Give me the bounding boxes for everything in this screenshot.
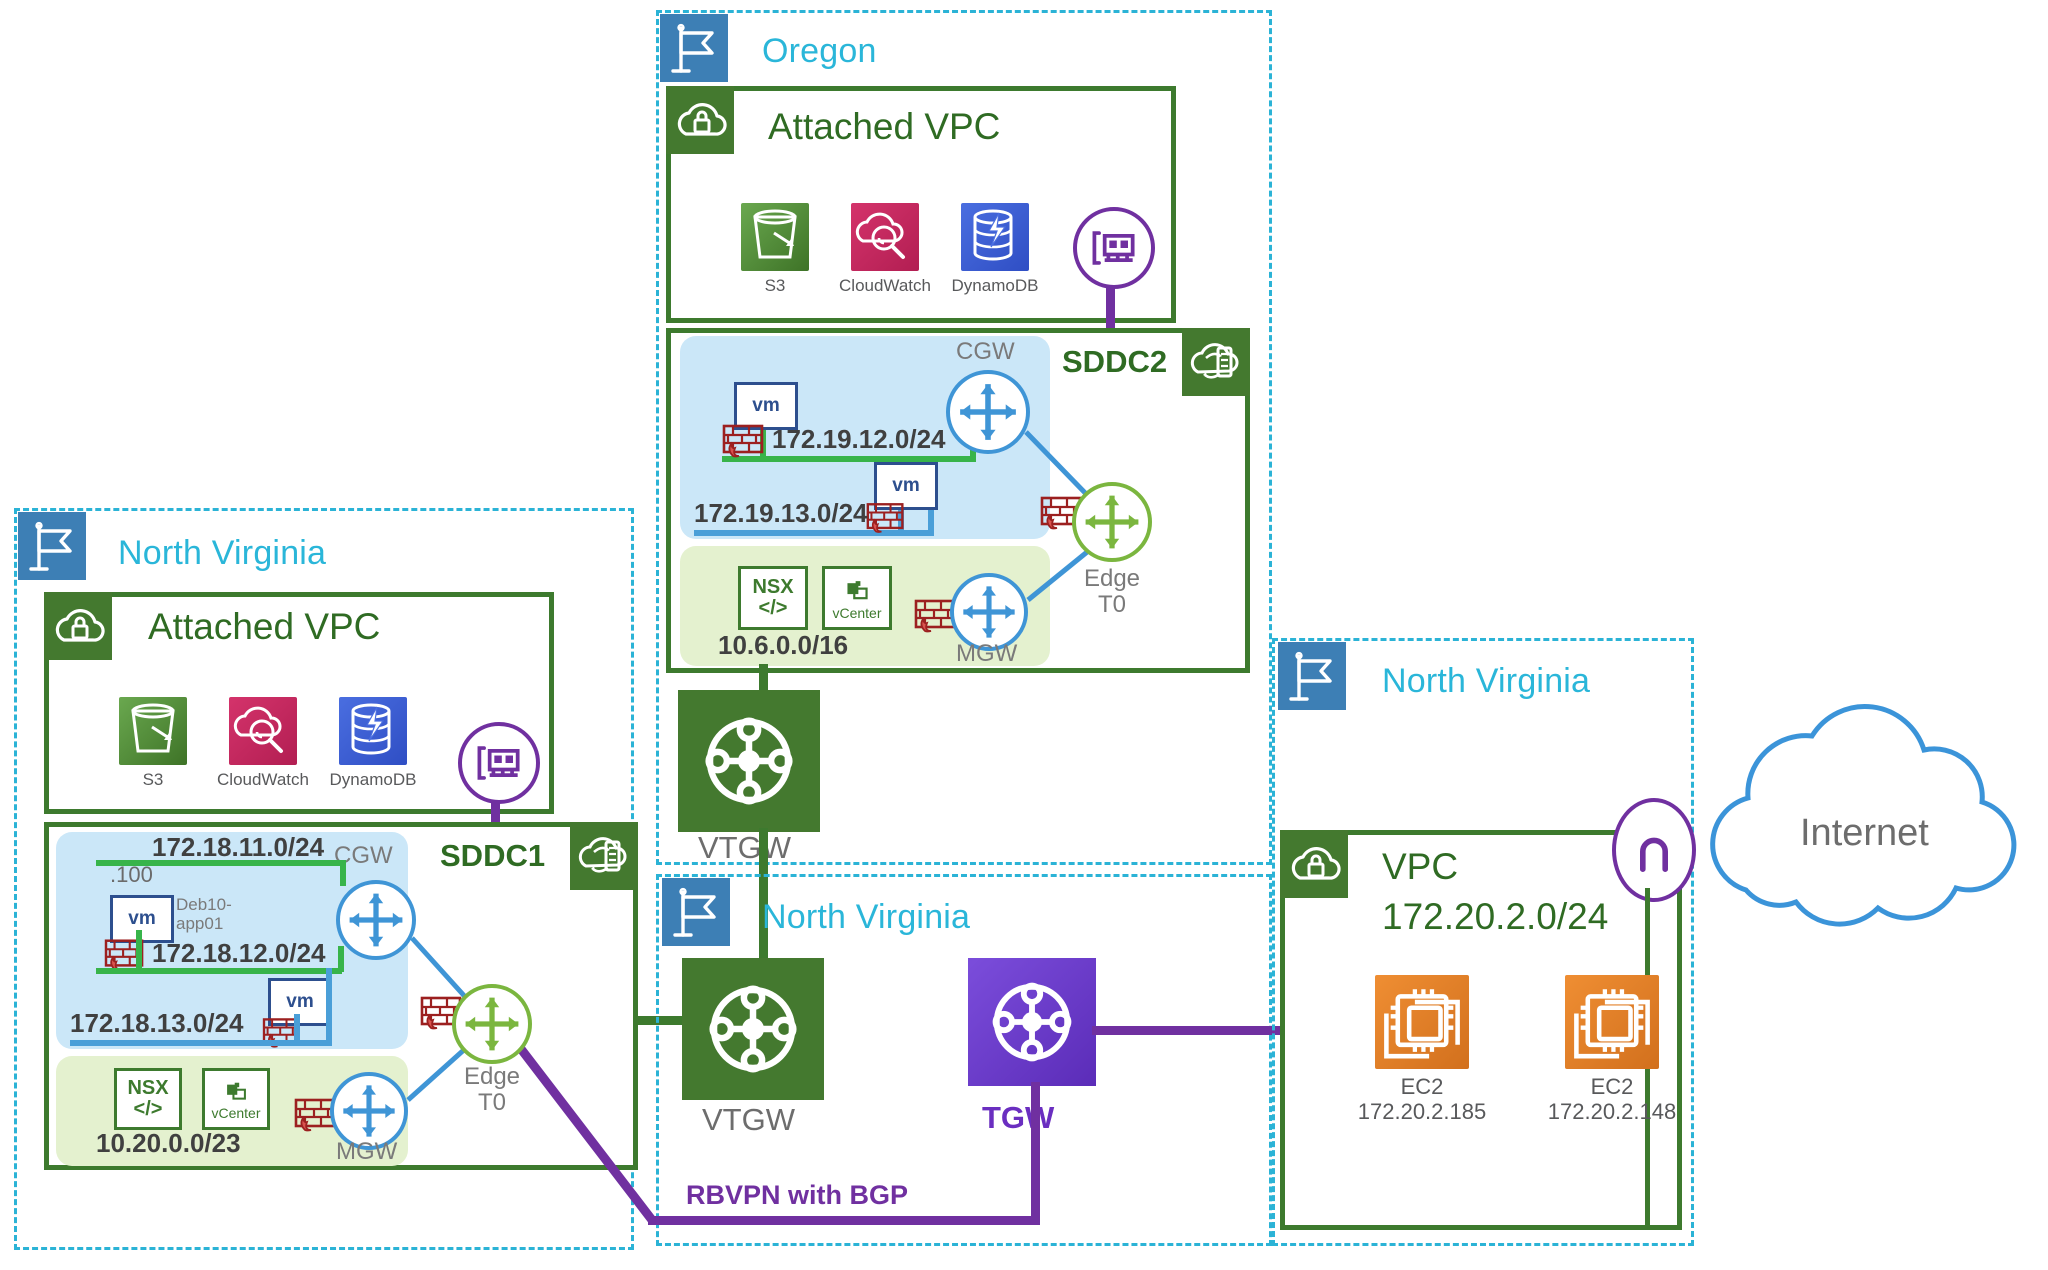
ec2-1-ip: 172.20.2.185 [1357,1099,1487,1125]
nv-left-service-dynamodb: DynamoDB [318,697,428,790]
tgw-tile[interactable] [968,958,1096,1086]
vm-label: vm [128,908,156,929]
sddc2-firewall-1 [722,420,766,460]
sddc1-mgw-label: MGW [336,1138,398,1165]
vtgw-oregon-tile[interactable] [678,690,820,832]
nv-left-service-cloudwatch: CloudWatch [208,697,318,790]
ec2-instance-2: EC2 172.20.2.148 [1537,975,1687,1125]
sddc1-vm-1-name: Deb10- app01 [176,895,232,933]
sddc1-tab [570,822,638,890]
sddc1-cidr-3: 172.18.13.0/24 [70,1008,244,1038]
s3-label: S3 [764,276,786,295]
cloudwatch-label: CloudWatch [839,276,931,295]
sddc1-nsx-box: NSX </> [114,1068,182,1130]
vtgw-nv-tile[interactable] [682,958,824,1100]
sddc2-firewall-2 [866,498,906,536]
nv-left-attached-vpc-tab [44,592,112,660]
sddc2-mgmt-cidr: 10.6.0.0/16 [718,630,849,660]
sddc2-mgw-label: MGW [956,640,1018,667]
s3-icon [741,203,809,271]
region-label-nv-middle: North Virginia [762,898,971,936]
dynamodb-icon [339,697,407,765]
vm-label: vm [892,475,920,496]
nv-left-service-s3: S3 [98,697,208,790]
nsx-label: NSX [752,576,794,598]
oregon-service-s3: S3 [720,203,830,296]
ec2-1-label: EC2 [1400,1074,1444,1099]
sddc2-tab [1182,328,1250,396]
nsx-code-label: </> [758,597,788,619]
s3-label: S3 [142,770,164,789]
vcenter-label: vCenter [211,1104,261,1121]
vm-label: vm [752,395,780,416]
sddc1-cidr-2: 172.18.12.0/24 [152,938,326,968]
region-label-nv-right: North Virginia [1382,662,1591,700]
dynamodb-label: DynamoDB [329,770,417,789]
oregon-service-dynamodb: DynamoDB [940,203,1050,296]
vtgw-oregon-label: VTGW [698,830,791,865]
ec2-icon [1375,975,1469,1069]
nv-left-attached-vpc-title: Attached VPC [148,606,381,647]
nsx-code-label: </> [133,1098,163,1120]
ec2-instance-1: EC2 172.20.2.185 [1347,975,1497,1125]
cloudwatch-label: CloudWatch [217,770,309,789]
sddc2-cidr-2: 172.19.13.0/24 [694,498,868,528]
region-flag-nv-right [1278,642,1346,710]
vm-label: vm [286,991,314,1012]
rbvpn-horizontal-line [648,1216,1040,1225]
region-flag-oregon [660,14,728,82]
sddc2-cidr-1: 172.19.12.0/24 [772,424,946,454]
dynamodb-label: DynamoDB [951,276,1039,295]
sddc1-seg3-line [70,1040,332,1046]
sddc2-cgw-label: CGW [956,338,1015,365]
oregon-attached-vpc-title: Attached VPC [768,106,1001,147]
sddc1-mgmt-cidr: 10.20.0.0/23 [96,1128,241,1158]
s3-icon [119,697,187,765]
sddc2-cgw-router [946,370,1030,454]
region-label-nv-left: North Virginia [118,534,327,572]
sddc1-seg3-riser [326,968,332,1046]
sddc1-seg1-to-cgw [340,860,346,886]
cloudwatch-icon [229,697,297,765]
nv-right-vpc-tab [1280,830,1348,898]
sddc2-edge-t0-label: Edge T0 [1083,565,1141,619]
tgw-label: TGW [982,1100,1055,1135]
ec2-2-ip: 172.20.2.148 [1547,1099,1677,1125]
region-label-oregon: Oregon [762,32,877,70]
ec2-icon [1565,975,1659,1069]
internet-label: Internet [1800,812,1929,854]
sddc1-vcenter-box: vCenter [202,1068,270,1130]
sddc2-title: SDDC2 [1062,344,1168,379]
sddc2-vcenter-box: vCenter [822,566,892,630]
sddc2-nsx-box: NSX </> [738,566,808,630]
rbvpn-riser-to-tgw [1031,1082,1040,1222]
sddc1-edge-t0-label: Edge T0 [463,1063,521,1117]
rbvpn-label: RBVPN with BGP [686,1180,909,1210]
oregon-service-cloudwatch: CloudWatch [830,203,940,296]
nsx-label: NSX [127,1077,169,1099]
oregon-eni-icon [1073,207,1155,289]
sddc1-cidr-1: 172.18.11.0/24 [152,832,325,862]
region-flag-nv-middle [662,878,730,946]
sddc1-cgw-router [336,880,416,960]
cloudwatch-icon [851,203,919,271]
region-flag-nv-left [18,512,86,580]
sddc1-title: SDDC1 [440,838,546,873]
internet-gateway-icon [1612,798,1696,902]
ec2-2-label: EC2 [1590,1074,1634,1099]
vtgw-nv-label: VTGW [702,1102,795,1137]
nv-right-vpc-title: VPC [1382,846,1459,887]
sddc2-edge-t0-router [1072,482,1152,562]
oregon-attached-vpc-tab [666,86,734,154]
dynamodb-icon [961,203,1029,271]
vcenter-label: vCenter [832,604,882,621]
nv-left-eni-icon [458,722,540,804]
tgw-to-vpc-line [1092,1026,1282,1035]
nv-right-vpc-cidr: 172.20.2.0/24 [1382,896,1609,937]
sddc1-edge-t0-router [452,984,532,1064]
sddc1-vm-host-ip: .100 [110,862,153,887]
